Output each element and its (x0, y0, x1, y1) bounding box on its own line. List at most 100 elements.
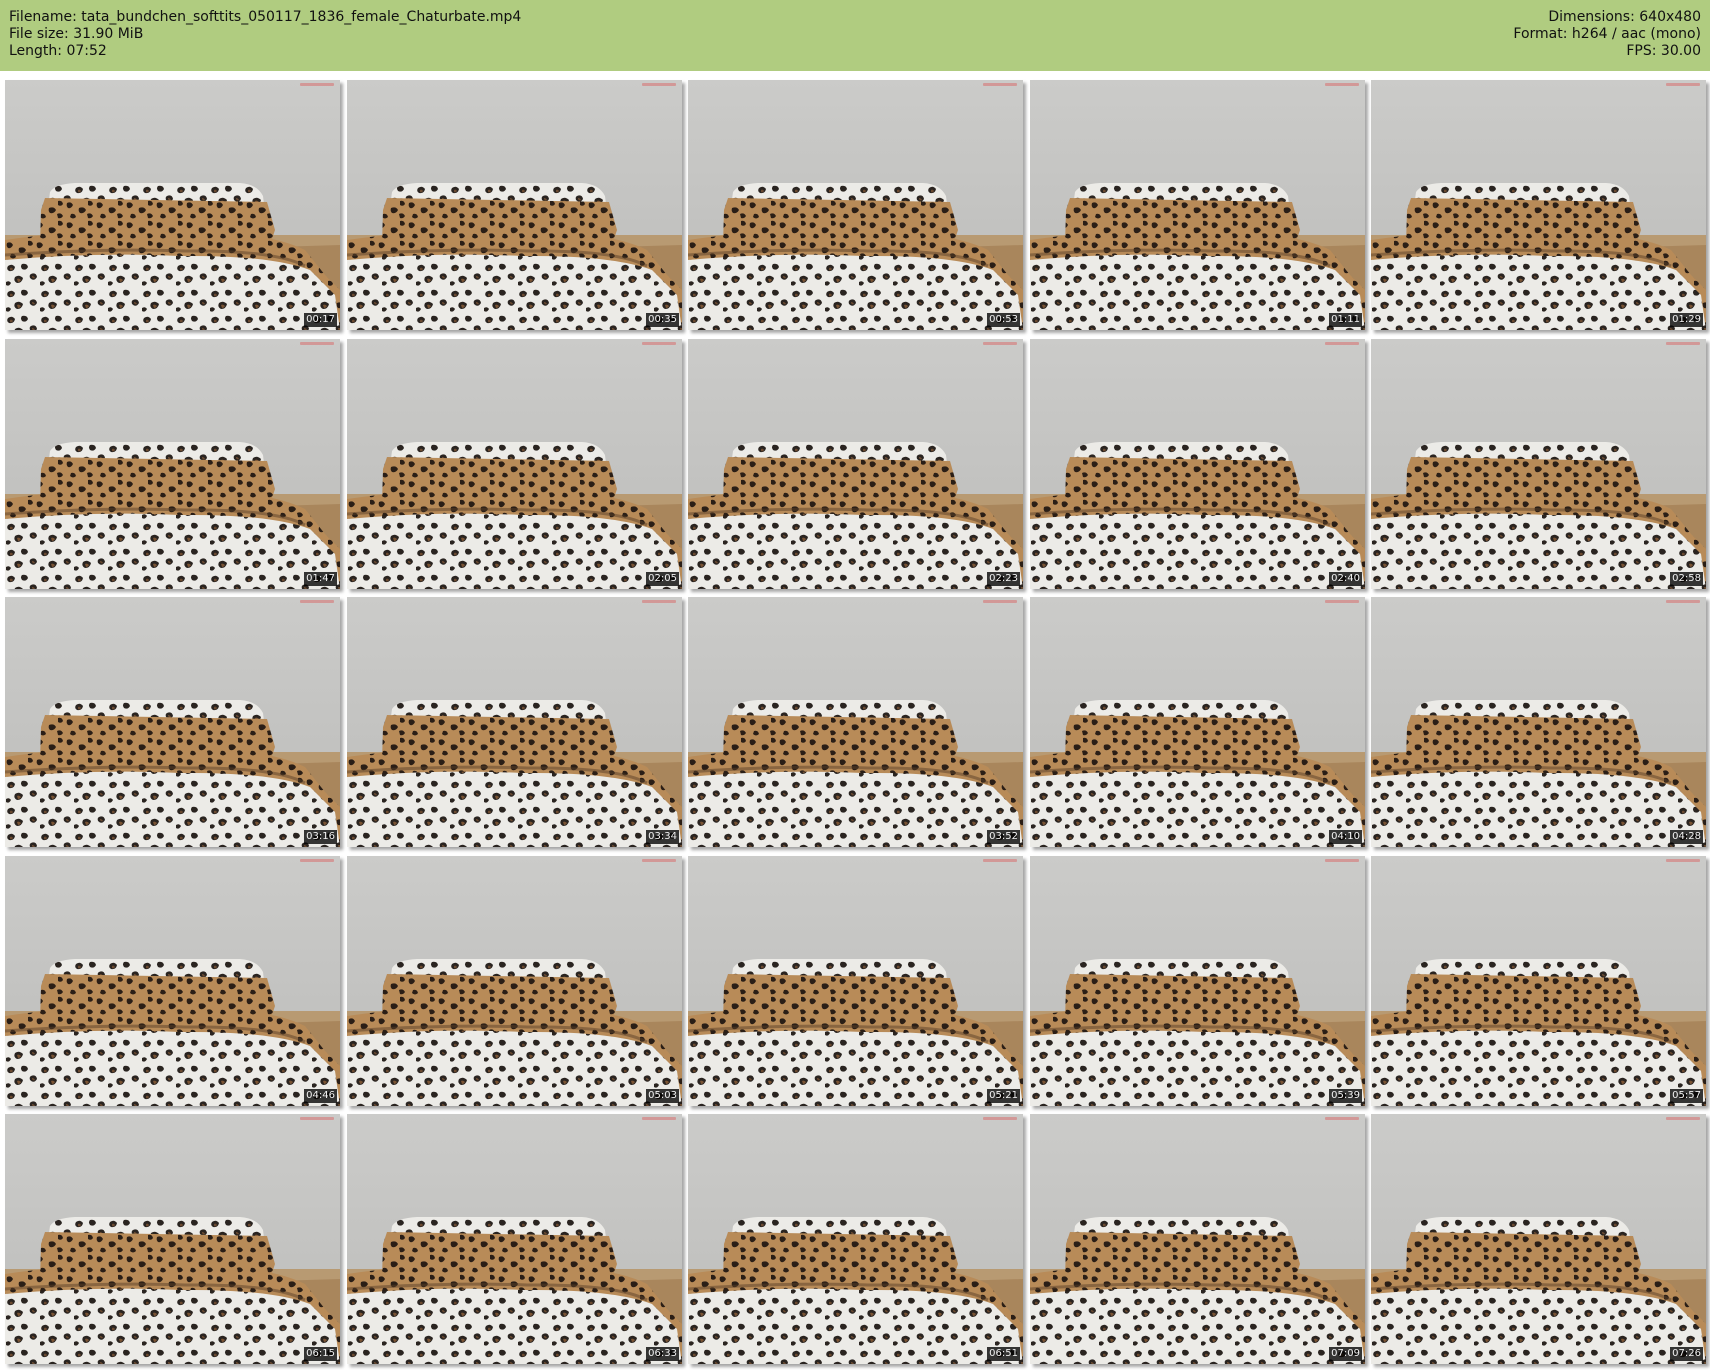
watermark-mark (983, 1117, 1017, 1120)
frame-image (688, 597, 1023, 847)
frame-timestamp: 04:46 (304, 1089, 337, 1103)
frame-timestamp: 01:11 (1329, 313, 1362, 327)
thumbnail-frame: 00:35 (347, 80, 682, 330)
frame-timestamp: 01:47 (304, 572, 337, 586)
watermark-mark (983, 83, 1017, 86)
thumbnail-frame: 06:33 (347, 1114, 682, 1364)
watermark-mark (300, 859, 334, 862)
watermark-mark (983, 859, 1017, 862)
frame-timestamp: 06:51 (987, 1347, 1020, 1361)
frame-timestamp: 05:39 (1329, 1089, 1362, 1103)
frame-image (347, 80, 682, 330)
frame-timestamp: 07:26 (1670, 1347, 1703, 1361)
watermark-mark (1325, 859, 1359, 862)
thumbnail-frame: 00:17 (5, 80, 340, 330)
frame-image (1030, 856, 1365, 1106)
watermark-mark (300, 600, 334, 603)
frame-image (5, 80, 340, 330)
thumbnail-frame: 02:05 (347, 339, 682, 589)
frame-timestamp: 04:28 (1670, 830, 1703, 844)
frame-image (5, 856, 340, 1106)
watermark-mark (642, 83, 676, 86)
watermark-mark (1666, 1117, 1700, 1120)
frame-image (1030, 80, 1365, 330)
watermark-mark (983, 600, 1017, 603)
frame-image (1371, 339, 1706, 589)
thumbnail-frame: 01:29 (1371, 80, 1706, 330)
frame-image (347, 1114, 682, 1364)
frame-timestamp: 00:17 (304, 313, 337, 327)
frame-timestamp: 04:10 (1329, 830, 1362, 844)
frame-timestamp: 05:03 (646, 1089, 679, 1103)
watermark-mark (983, 342, 1017, 345)
thumbnail-frame: 02:40 (1030, 339, 1365, 589)
frame-timestamp: 03:52 (987, 830, 1020, 844)
frame-timestamp: 06:33 (646, 1347, 679, 1361)
thumbnail-frame: 01:11 (1030, 80, 1365, 330)
thumbnail-frame: 06:51 (688, 1114, 1023, 1364)
thumbnail-frame: 04:28 (1371, 597, 1706, 847)
watermark-mark (1666, 342, 1700, 345)
thumbnail-frame: 07:26 (1371, 1114, 1706, 1364)
file-info-right: Dimensions: 640x480 Format: h264 / aac (… (1513, 9, 1701, 60)
frame-timestamp: 02:40 (1329, 572, 1362, 586)
frame-timestamp: 03:34 (646, 830, 679, 844)
watermark-mark (642, 600, 676, 603)
thumbnail-frame: 00:53 (688, 80, 1023, 330)
frame-timestamp: 07:09 (1329, 1347, 1362, 1361)
length-text: Length: 07:52 (9, 43, 107, 59)
frame-image (5, 339, 340, 589)
frame-image (347, 597, 682, 847)
thumbnail-frame: 03:52 (688, 597, 1023, 847)
thumbnail-frame: 05:39 (1030, 856, 1365, 1106)
frame-timestamp: 00:35 (646, 313, 679, 327)
thumbnail-frame: 05:21 (688, 856, 1023, 1106)
frame-image (688, 80, 1023, 330)
thumbnail-frame: 06:15 (5, 1114, 340, 1364)
frame-timestamp: 05:57 (1670, 1089, 1703, 1103)
watermark-mark (1325, 342, 1359, 345)
fps-text: FPS: 30.00 (1626, 43, 1701, 59)
frame-timestamp: 02:05 (646, 572, 679, 586)
thumbnail-frame: 02:23 (688, 339, 1023, 589)
watermark-mark (300, 342, 334, 345)
frame-image (1030, 339, 1365, 589)
frame-timestamp: 02:58 (1670, 572, 1703, 586)
frame-image (1371, 597, 1706, 847)
watermark-mark (1325, 1117, 1359, 1120)
frame-image (1030, 1114, 1365, 1364)
frame-timestamp: 05:21 (987, 1089, 1020, 1103)
frame-image (347, 856, 682, 1106)
dimensions-text: Dimensions: 640x480 (1548, 9, 1701, 25)
watermark-mark (300, 1117, 334, 1120)
watermark-mark (1666, 83, 1700, 86)
frame-image (5, 597, 340, 847)
watermark-mark (1666, 859, 1700, 862)
info-header: Filename: tata_bundchen_softtits_050117_… (0, 0, 1710, 71)
thumbnail-frame: 07:09 (1030, 1114, 1365, 1364)
frame-timestamp: 02:23 (987, 572, 1020, 586)
frame-timestamp: 06:15 (304, 1347, 337, 1361)
thumbnail-frame: 03:34 (347, 597, 682, 847)
thumbnail-frame: 04:46 (5, 856, 340, 1106)
watermark-mark (1325, 600, 1359, 603)
filename-text: Filename: tata_bundchen_softtits_050117_… (9, 9, 522, 25)
watermark-mark (300, 83, 334, 86)
frame-image (688, 856, 1023, 1106)
frame-image (1371, 1114, 1706, 1364)
watermark-mark (642, 859, 676, 862)
frame-image (1030, 597, 1365, 847)
watermark-mark (642, 1117, 676, 1120)
thumbnail-frame: 04:10 (1030, 597, 1365, 847)
format-text: Format: h264 / aac (mono) (1513, 26, 1701, 42)
frame-image (688, 1114, 1023, 1364)
frame-image (1371, 856, 1706, 1106)
watermark-mark (1666, 600, 1700, 603)
thumbnail-frame: 05:03 (347, 856, 682, 1106)
watermark-mark (642, 342, 676, 345)
frame-timestamp: 00:53 (987, 313, 1020, 327)
thumbnail-frame: 03:16 (5, 597, 340, 847)
watermark-mark (1325, 83, 1359, 86)
frame-image (5, 1114, 340, 1364)
frame-image (688, 339, 1023, 589)
